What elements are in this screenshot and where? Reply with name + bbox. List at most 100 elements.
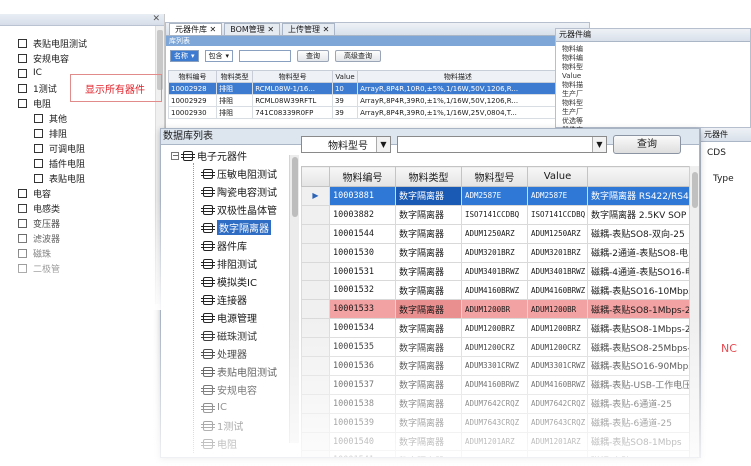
- tree-node[interactable]: 双极性晶体管: [201, 201, 277, 218]
- back-tree-item[interactable]: 排阻: [34, 126, 67, 140]
- back-tree-item[interactable]: 插件电阻: [34, 156, 85, 170]
- checkbox[interactable]: [18, 233, 27, 243]
- tree-scrollbar[interactable]: [289, 155, 299, 443]
- close-icon[interactable]: ✕: [152, 14, 160, 24]
- bom-column-header[interactable]: 物料类型: [216, 70, 254, 83]
- table-row[interactable]: 10001536 数字隔离器 ADUM3301CRWZ ADUM3301CRWZ 磁耦-…: [301, 356, 699, 376]
- tab-bom[interactable]: BOM管理 ✕: [224, 23, 281, 35]
- table-row[interactable]: 10003882 数字隔离器 ISO7141CCDBQ ISO7141CCDBQ 数字隔…: [301, 204, 699, 225]
- grid-scrollbar[interactable]: [689, 166, 699, 457]
- grid-column-header[interactable]: 物料编号: [329, 166, 396, 187]
- bom-column-header[interactable]: 物料型号: [252, 70, 333, 83]
- checkbox[interactable]: [18, 203, 27, 213]
- table-row[interactable]: 10001537 数字隔离器 ADUM4160BRWZ ADUM4160BRWZ 磁耦-…: [301, 374, 699, 395]
- grid-column-header[interactable]: Value: [527, 166, 588, 187]
- row-indicator[interactable]: ▶: [301, 186, 330, 206]
- row-indicator[interactable]: [301, 204, 330, 225]
- back-tree-item[interactable]: 可调电阻: [34, 141, 85, 155]
- checkbox[interactable]: [34, 113, 43, 123]
- table-row[interactable]: 10001535 数字隔离器 ADUM1200CRZ ADUM1200CRZ 磁耦-表贴…: [301, 337, 699, 358]
- tree-node[interactable]: 数字隔离器: [201, 219, 271, 236]
- table-row[interactable]: 10001534 数字隔离器 ADUM1200BRZ ADUM1200BRZ 磁耦-表贴…: [301, 318, 699, 339]
- row-indicator[interactable]: [301, 393, 330, 414]
- table-row[interactable]: 10001539 数字隔离器 ADUM7643CRQZ ADUM7643CRQZ 磁耦-…: [301, 412, 699, 433]
- tab-component-lib[interactable]: 元器件库 ✕: [169, 23, 223, 35]
- tree-node[interactable]: 器件库: [201, 237, 247, 254]
- search-input[interactable]: ▼: [397, 136, 607, 153]
- checkbox[interactable]: [34, 128, 43, 138]
- tree-node[interactable]: 陶瓷电容测试: [201, 183, 277, 200]
- collapse-icon[interactable]: −: [171, 151, 179, 160]
- tree-node[interactable]: 排阻测试: [201, 255, 257, 272]
- tree-node[interactable]: 表贴电阻测试: [201, 363, 277, 380]
- bom-query-button[interactable]: 查询: [297, 50, 330, 62]
- tab-upload[interactable]: 上传管理 ✕: [282, 23, 336, 35]
- row-indicator[interactable]: [301, 374, 330, 395]
- back-tree-item[interactable]: 电容: [18, 186, 51, 200]
- back-tree-item[interactable]: 二极管: [18, 261, 60, 275]
- grid-column-header[interactable]: [587, 166, 699, 187]
- checkbox[interactable]: [34, 173, 43, 183]
- row-indicator[interactable]: [301, 280, 330, 301]
- row-indicator[interactable]: [301, 318, 330, 339]
- checkbox[interactable]: [18, 83, 27, 93]
- back-tree-item[interactable]: 滤波器: [18, 231, 60, 245]
- bom-search-input[interactable]: [239, 50, 292, 62]
- back-tree-item[interactable]: 安规电容: [18, 51, 69, 65]
- tree-root[interactable]: − 电子元器件: [171, 147, 247, 164]
- filter-select[interactable]: 名称 ▾: [170, 50, 199, 62]
- tree-node[interactable]: 电阻: [201, 435, 237, 452]
- tree-node[interactable]: 磁珠测试: [201, 327, 257, 344]
- checkbox[interactable]: [18, 248, 27, 258]
- table-row[interactable]: 10001544 数字隔离器 ADUM1250ARZ ADUM1250ARZ 磁耦-表贴…: [301, 223, 699, 244]
- table-row[interactable]: ▶ 10003881 数字隔离器 ADM2587E ADM2587E 数字隔离器 RS42…: [301, 186, 699, 206]
- chevron-down-icon[interactable]: ▼: [376, 137, 390, 152]
- tree-node[interactable]: 模拟类IC: [201, 273, 257, 290]
- back-tree-item[interactable]: 电感类: [18, 201, 60, 215]
- checkbox[interactable]: [18, 98, 27, 108]
- row-indicator[interactable]: [301, 223, 330, 244]
- tree-node[interactable]: 压敏电阻测试: [201, 165, 277, 182]
- checkbox[interactable]: [18, 68, 27, 78]
- checkbox[interactable]: [18, 218, 27, 228]
- row-indicator[interactable]: [301, 412, 330, 433]
- tree-node[interactable]: 处理器: [201, 345, 247, 362]
- back-tree-item[interactable]: 1测试: [18, 81, 57, 95]
- bom-column-header[interactable]: 物料编号: [167, 70, 218, 83]
- table-row[interactable]: 10001541数字隔离器ADUM1201BRZADUM1201BRZ磁耦-表贴…: [301, 450, 699, 457]
- checkbox[interactable]: [18, 53, 27, 63]
- row-indicator[interactable]: [301, 242, 330, 263]
- checkbox[interactable]: [18, 188, 27, 198]
- bom-row[interactable]: 10002929 排阻 RCML08W39RFTL 39 ArrayR,8P4R,39R…: [167, 94, 587, 107]
- table-row[interactable]: 10001540 数字隔离器 ADUM1201ARZ ADUM1201ARZ 磁耦-表贴…: [301, 431, 699, 452]
- checkbox[interactable]: [34, 143, 43, 153]
- row-indicator[interactable]: [301, 450, 330, 457]
- tree-node[interactable]: IC: [201, 399, 227, 416]
- grid-column-header[interactable]: 物料类型: [395, 166, 462, 187]
- bom-column-header[interactable]: 物料描述: [357, 70, 559, 83]
- back-tree-item[interactable]: 电阻: [18, 96, 51, 110]
- table-row[interactable]: 10001530 数字隔离器 ADUM3201BRZ ADUM3201BRZ 磁耦-2通…: [301, 242, 699, 263]
- table-row[interactable]: 10001532 数字隔离器 ADUM4160BRWZ ADUM4160BRWZ 磁耦-…: [301, 280, 699, 301]
- row-indicator[interactable]: [301, 431, 330, 452]
- bom-advanced-query-button[interactable]: 高级查询: [335, 50, 382, 62]
- bom-column-header[interactable]: Value: [331, 70, 359, 83]
- tree-node[interactable]: 安规电容: [201, 381, 257, 398]
- table-row[interactable]: 10001533 数字隔离器 ADUM1200BR ADUM1200BR 磁耦-表贴SO…: [301, 299, 699, 320]
- query-button[interactable]: 查询: [613, 135, 681, 154]
- row-indicator[interactable]: [301, 337, 330, 358]
- row-indicator[interactable]: [301, 261, 330, 282]
- back-tree-item[interactable]: 磁珠: [18, 246, 51, 260]
- bom-row[interactable]: 10002930 排阻 741C08339R0FP 39 ArrayR,8P4R,39R…: [167, 106, 587, 119]
- row-indicator[interactable]: [301, 299, 330, 320]
- row-indicator[interactable]: [301, 356, 330, 376]
- table-row[interactable]: 10001538 数字隔离器 ADUM7642CRQZ ADUM7642CRQZ 磁耦-…: [301, 393, 699, 414]
- checkbox[interactable]: [34, 158, 43, 168]
- back-tree-item[interactable]: 表贴电阻: [34, 171, 85, 185]
- chevron-down-icon[interactable]: ▼: [592, 137, 606, 152]
- tree-node[interactable]: 电源管理: [201, 309, 257, 326]
- package-select[interactable]: 包含 ▾: [204, 50, 234, 62]
- tree-node[interactable]: 连接器: [201, 291, 247, 308]
- back-tree-item[interactable]: 其他: [34, 111, 67, 125]
- tree-node[interactable]: 1测试: [201, 417, 243, 434]
